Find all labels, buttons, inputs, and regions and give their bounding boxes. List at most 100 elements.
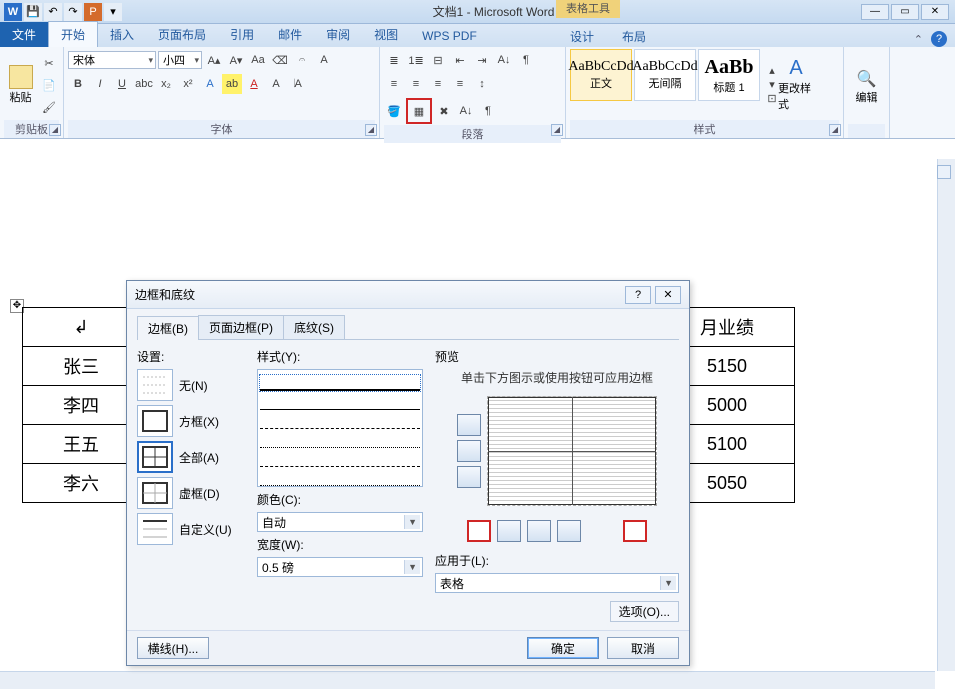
multilevel-icon[interactable]: ⊟ xyxy=(428,50,448,70)
app-icon[interactable]: W xyxy=(4,3,22,21)
superscript-icon[interactable]: x² xyxy=(178,74,198,94)
borders-icon[interactable]: ▦ xyxy=(409,101,429,121)
tab-home[interactable]: 开始 xyxy=(48,21,98,47)
minimize-ribbon-icon[interactable]: ⌃ xyxy=(914,33,923,46)
char-shading-icon[interactable]: A xyxy=(266,74,286,94)
style-normal[interactable]: AaBbCcDd 正文 xyxy=(570,49,632,101)
justify-icon[interactable]: ≡ xyxy=(450,74,470,94)
align-left-icon[interactable]: ≡ xyxy=(384,74,404,94)
strike-icon[interactable]: abc xyxy=(134,74,154,94)
asian-layout-icon[interactable]: ✖ xyxy=(434,101,454,121)
tab-design[interactable]: 设计 xyxy=(562,24,602,49)
apply-to-combo[interactable]: 表格 xyxy=(435,573,679,593)
save-icon[interactable]: 💾 xyxy=(24,3,42,21)
tab-references[interactable]: 引用 xyxy=(218,22,266,47)
highlight-icon[interactable]: ab xyxy=(222,74,242,94)
change-styles-button[interactable]: A 更改样式 xyxy=(776,49,816,120)
options-button[interactable]: 选项(O)... xyxy=(610,601,679,622)
tab-table-layout[interactable]: 布局 xyxy=(614,24,654,49)
sort-cn-icon[interactable]: A↓ xyxy=(456,101,476,121)
paste-button[interactable]: 粘贴 xyxy=(4,49,37,120)
align-right-icon[interactable]: ≡ xyxy=(428,74,448,94)
border-right-toggle[interactable] xyxy=(557,520,581,542)
dialog-tab-border[interactable]: 边框(B) xyxy=(137,316,199,340)
paragraph-launcher[interactable]: ◢ xyxy=(551,124,563,136)
tab-insert[interactable]: 插入 xyxy=(98,22,146,47)
border-hmid-toggle[interactable] xyxy=(457,440,481,462)
setting-custom[interactable]: 自定义(U) xyxy=(137,513,245,545)
style-no-spacing[interactable]: AaBbCcDd 无间隔 xyxy=(634,49,696,101)
qat-custom-icon[interactable]: ▾ xyxy=(104,3,122,21)
close-button[interactable]: ✕ xyxy=(921,4,949,20)
setting-box[interactable]: 方框(X) xyxy=(137,405,245,437)
change-case-icon[interactable]: Aa xyxy=(248,50,268,70)
preview-sample[interactable] xyxy=(487,396,657,506)
help-icon[interactable]: ? xyxy=(931,31,947,47)
color-combo[interactable]: 自动 xyxy=(257,512,423,532)
border-diag-down-toggle[interactable] xyxy=(467,520,491,542)
clear-format-icon[interactable]: ⌫ xyxy=(270,50,290,70)
show-marks-icon[interactable]: ¶ xyxy=(516,50,536,70)
sort-icon[interactable]: A↓ xyxy=(494,50,514,70)
tab-mailings[interactable]: 邮件 xyxy=(266,22,314,47)
numbering-icon[interactable]: 1≣ xyxy=(406,50,426,70)
format-painter-icon[interactable]: 🖌 xyxy=(39,97,59,117)
font-launcher[interactable]: ◢ xyxy=(365,124,377,136)
border-top-toggle[interactable] xyxy=(457,414,481,436)
indent-dec-icon[interactable]: ⇤ xyxy=(450,50,470,70)
border-diag-up-toggle[interactable] xyxy=(623,520,647,542)
dialog-close-button[interactable]: ✕ xyxy=(655,286,681,304)
align-center-icon[interactable]: ≡ xyxy=(406,74,426,94)
undo-icon[interactable]: ↶ xyxy=(44,3,62,21)
pp-icon[interactable]: P xyxy=(84,3,102,21)
hline-button[interactable]: 横线(H)... xyxy=(137,637,209,659)
tab-file[interactable]: 文件 xyxy=(0,22,48,47)
italic-icon[interactable]: I xyxy=(90,74,110,94)
bold-icon[interactable]: B xyxy=(68,74,88,94)
showhide-icon[interactable]: ¶ xyxy=(478,101,498,121)
phonetic-icon[interactable]: 𝄐 xyxy=(292,50,312,70)
border-vmid-toggle[interactable] xyxy=(527,520,551,542)
border-left-toggle[interactable] xyxy=(497,520,521,542)
redo-icon[interactable]: ↷ xyxy=(64,3,82,21)
font-size-combo[interactable]: 小四 xyxy=(158,51,202,69)
text-effects-icon[interactable]: A xyxy=(200,74,220,94)
setting-none[interactable]: 无(N) xyxy=(137,369,245,401)
copy-icon[interactable]: 📄 xyxy=(39,75,59,95)
line-style-list[interactable] xyxy=(257,369,423,487)
setting-grid[interactable]: 虚框(D) xyxy=(137,477,245,509)
indent-inc-icon[interactable]: ⇥ xyxy=(472,50,492,70)
setting-all[interactable]: 全部(A) xyxy=(137,441,245,473)
font-name-combo[interactable]: 宋体 xyxy=(68,51,156,69)
ok-button[interactable]: 确定 xyxy=(527,637,599,659)
tab-layout[interactable]: 页面布局 xyxy=(146,22,218,47)
vertical-scrollbar[interactable] xyxy=(937,159,955,671)
cancel-button[interactable]: 取消 xyxy=(607,637,679,659)
shading-icon[interactable]: 🪣 xyxy=(384,101,404,121)
dialog-tab-shading[interactable]: 底纹(S) xyxy=(283,315,345,339)
tab-wpspdf[interactable]: WPS PDF xyxy=(410,25,489,47)
style-heading1[interactable]: AaBb 标题 1 xyxy=(698,49,760,101)
grow-font-icon[interactable]: A▴ xyxy=(204,50,224,70)
maximize-button[interactable]: ▭ xyxy=(891,4,919,20)
bullets-icon[interactable]: ≣ xyxy=(384,50,404,70)
styles-launcher[interactable]: ◢ xyxy=(829,124,841,136)
dialog-tab-page-border[interactable]: 页面边框(P) xyxy=(198,315,284,339)
clipboard-launcher[interactable]: ◢ xyxy=(49,124,61,136)
underline-icon[interactable]: U xyxy=(112,74,132,94)
cut-icon[interactable]: ✂ xyxy=(39,53,59,73)
line-spacing-icon[interactable]: ↕ xyxy=(472,74,492,94)
shrink-font-icon[interactable]: A▾ xyxy=(226,50,246,70)
border-bottom-toggle[interactable] xyxy=(457,466,481,488)
horizontal-scrollbar[interactable] xyxy=(0,671,935,689)
tab-review[interactable]: 审阅 xyxy=(314,22,362,47)
dialog-help-button[interactable]: ? xyxy=(625,286,651,304)
subscript-icon[interactable]: x₂ xyxy=(156,74,176,94)
char-border-icon[interactable]: 𝄀A xyxy=(288,74,308,94)
width-combo[interactable]: 0.5 磅 xyxy=(257,557,423,577)
ruler-toggle[interactable] xyxy=(937,165,951,179)
minimize-button[interactable]: — xyxy=(861,4,889,20)
editing-button[interactable]: 🔍 编辑 xyxy=(848,49,885,124)
font-color-icon[interactable]: A xyxy=(244,74,264,94)
tab-view[interactable]: 视图 xyxy=(362,22,410,47)
